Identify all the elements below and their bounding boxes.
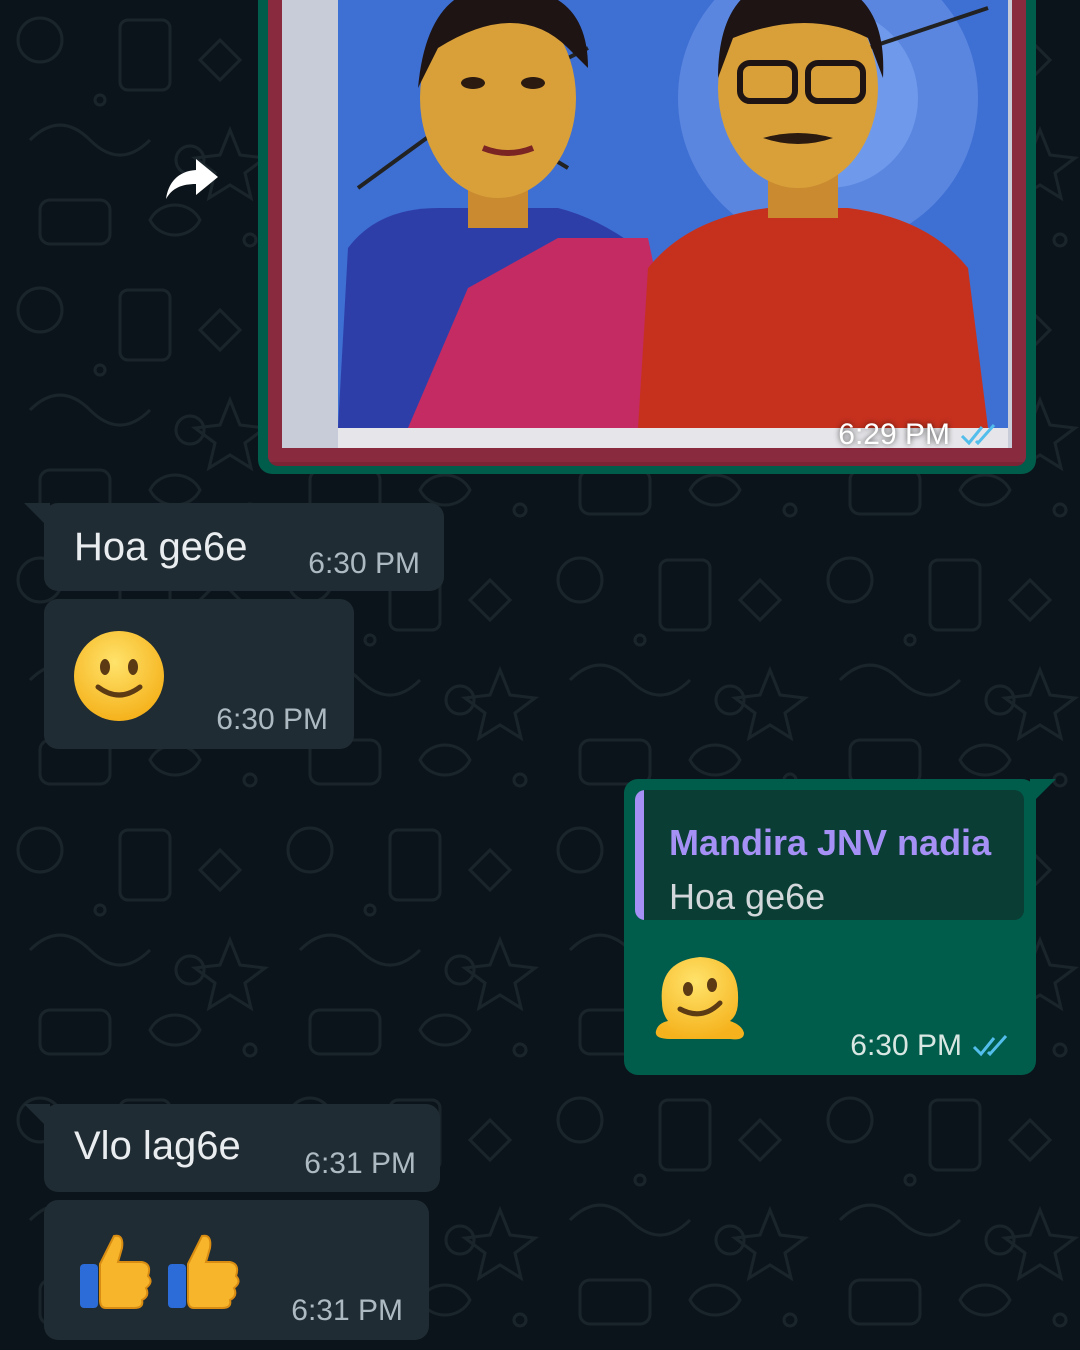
incoming-emoji-message[interactable]: 6:30 PM <box>44 599 354 749</box>
image-message[interactable]: 6:29 PM <box>258 0 1036 474</box>
thumbs-up-emoji <box>80 1234 152 1309</box>
forward-arrow-icon <box>166 159 218 199</box>
message-time: 6:30 PM <box>850 1029 1012 1063</box>
portrait-painting-image <box>268 0 1026 462</box>
double-check-icon <box>972 1035 1008 1057</box>
message-time: 6:29 PM <box>838 418 1000 452</box>
message-text: Hoa ge6e <box>74 525 248 569</box>
quote-accent-bar <box>635 790 644 920</box>
thumbs-up-emoji <box>168 1234 240 1309</box>
incoming-message[interactable]: Vlo lag6e 6:31 PM <box>24 1104 440 1192</box>
quoted-sender-name: Mandira JNV nadia <box>669 822 992 863</box>
quoted-text: Hoa ge6e <box>669 876 826 917</box>
incoming-message[interactable]: Hoa ge6e 6:30 PM <box>24 503 444 591</box>
melting-face-emoji <box>655 957 744 1040</box>
outgoing-reply-message[interactable]: Mandira JNV nadia Hoa ge6e 6:30 PM <box>624 779 1056 1075</box>
slightly-smiling-face-emoji <box>74 631 164 721</box>
message-time: 6:30 PM <box>308 547 420 580</box>
forward-button[interactable] <box>152 140 232 220</box>
message-text: Vlo lag6e <box>74 1124 241 1168</box>
incoming-emoji-message[interactable]: 6:31 PM <box>44 1200 429 1340</box>
quoted-message[interactable]: Mandira JNV nadia Hoa ge6e <box>635 790 1024 920</box>
message-time: 6:30 PM <box>216 703 328 736</box>
message-time: 6:31 PM <box>304 1147 416 1180</box>
painting-photo[interactable]: 6:29 PM <box>268 0 1026 466</box>
message-time: 6:31 PM <box>291 1294 403 1327</box>
double-check-icon <box>960 424 996 446</box>
